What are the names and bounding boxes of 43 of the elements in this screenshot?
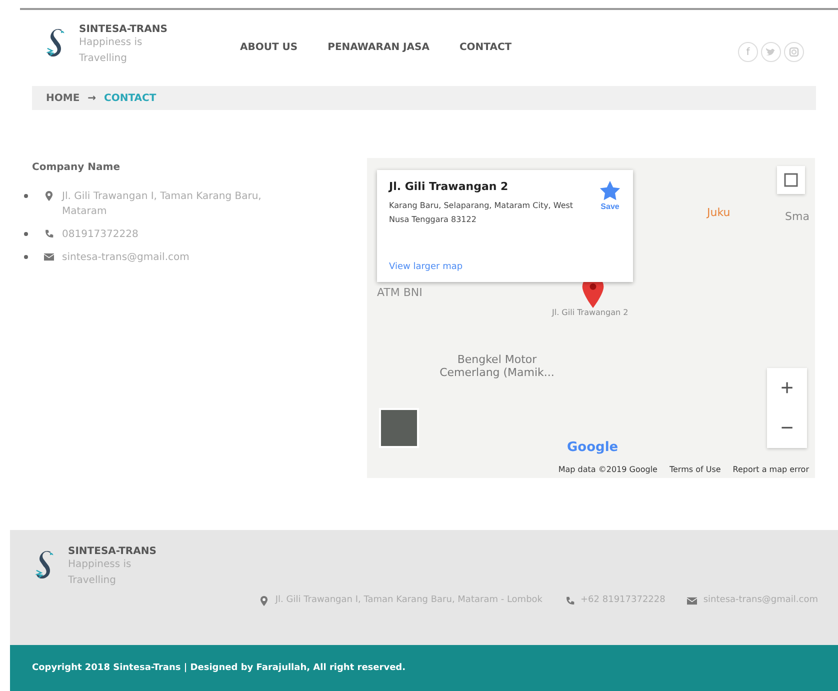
breadcrumb-item[interactable]: → <box>88 92 96 104</box>
map-pin-icon <box>259 596 270 606</box>
phone-icon <box>44 229 54 239</box>
map-attribution[interactable]: Map data ©2019 Google <box>558 465 658 474</box>
bullet-icon <box>24 232 28 236</box>
nav-link[interactable]: ABOUT US <box>240 42 298 53</box>
nav-link[interactable]: PENAWARAN JASA <box>328 42 430 53</box>
map-label: ATM BNI <box>377 286 422 299</box>
map-label: Jl. Gili Trawangan 2 <box>552 308 628 317</box>
map-attribution[interactable]: Report a map error <box>732 465 809 474</box>
star-icon <box>599 180 621 202</box>
brand-name: SINTESA-TRANS <box>68 546 158 557</box>
contact-text: 081917372228 <box>62 228 140 242</box>
contact-text: Jl. Gili Trawangan I, Taman Karang Baru, Mataram <box>62 190 262 219</box>
copyright-text: Copyright 2018 Sintesa-Trans | Designed by Farajullah, All right reserved. <box>32 663 406 673</box>
company-name-heading: Company Name <box>32 162 121 173</box>
zoom-button[interactable]: + <box>767 368 807 408</box>
map-label: Bengkel Motor Cemerlang (Mamik... <box>438 353 556 379</box>
map-label: Juku <box>707 206 730 219</box>
footer-contact-text: sintesa-trans@gmail.com <box>703 595 818 605</box>
map-attribution[interactable]: Terms of Use <box>669 465 721 474</box>
fullscreen-button[interactable] <box>777 166 805 194</box>
satellite-thumbnail[interactable] <box>379 408 419 448</box>
breadcrumb-item[interactable]: HOME <box>46 92 80 104</box>
footer-contact-text: +62 81917372228 <box>580 595 666 605</box>
envelope-icon <box>44 252 54 262</box>
map-logo: Google <box>567 440 618 455</box>
bullet-icon <box>24 255 28 259</box>
contact-text: sintesa-trans@gmail.com <box>62 251 190 265</box>
map-pin-icon <box>44 191 54 201</box>
place-title: Jl. Gili Trawangan 2 <box>389 180 510 193</box>
footer-contact-text: Jl. Gili Trawangan I, Taman Karang Baru, Mataram - Lombok <box>275 595 543 605</box>
square-icon <box>784 173 798 187</box>
bullet-icon <box>24 194 28 198</box>
brand-tagline: Happiness is Travelling <box>79 36 144 66</box>
phone-icon <box>564 596 575 606</box>
brand-name: SINTESA-TRANS <box>79 24 168 35</box>
envelope-icon <box>687 596 698 606</box>
map-label: Sma <box>785 210 810 223</box>
nav-link[interactable]: CONTACT <box>459 42 512 53</box>
brand-tagline: Happiness is Travelling <box>68 558 132 588</box>
place-address: Karang Baru, Selaparang, Mataram City, West Nusa Tenggara 83122 <box>389 200 574 226</box>
zoom-button[interactable]: − <box>767 408 807 448</box>
